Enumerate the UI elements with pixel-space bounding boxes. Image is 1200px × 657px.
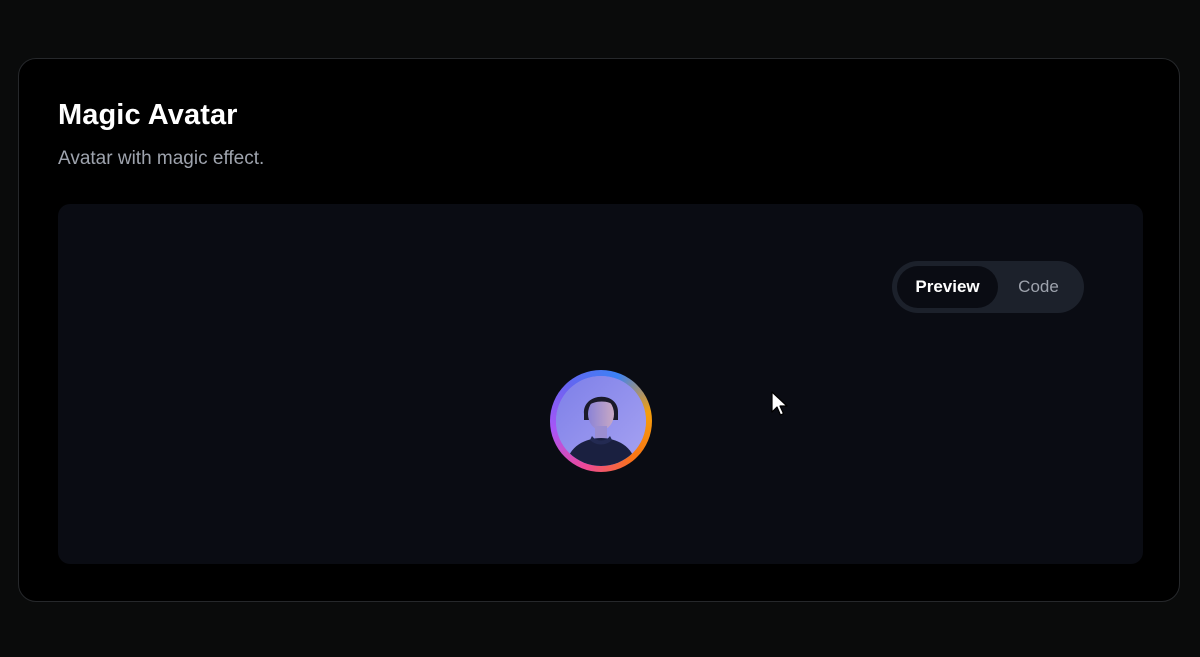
page-title: Magic Avatar [58,99,238,131]
page-description: Avatar with magic effect. [58,148,265,169]
preview-tab[interactable]: Preview [897,266,998,308]
code-tab[interactable]: Code [998,266,1079,308]
magic-avatar[interactable] [550,370,652,472]
avatar [556,376,646,466]
mouse-cursor-icon [771,391,788,416]
component-card: Magic Avatar Avatar with magic effect. P… [18,58,1180,602]
preview-panel: Preview Code [58,204,1143,564]
avatar-portrait-image [556,376,646,466]
view-toggle: Preview Code [892,261,1084,313]
